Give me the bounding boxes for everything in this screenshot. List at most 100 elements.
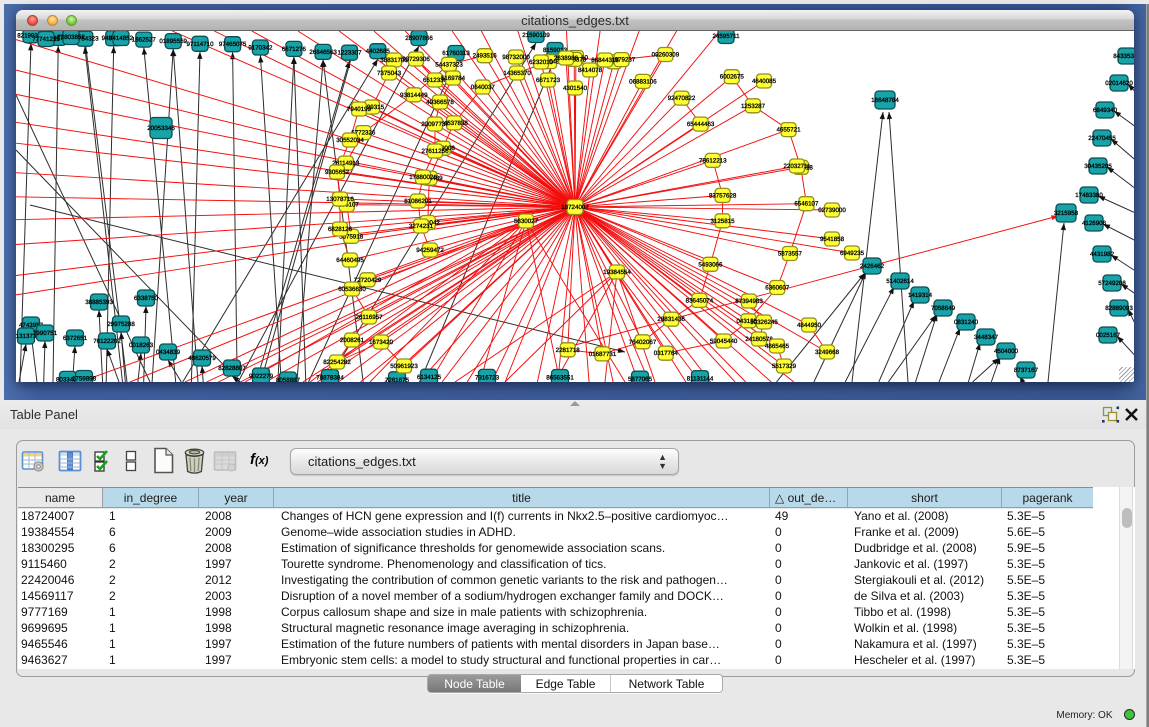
svg-text:49366578: 49366578 (426, 99, 454, 106)
svg-text:01687731: 01687731 (589, 351, 617, 358)
svg-text:87394983: 87394983 (735, 298, 763, 305)
svg-text:97465075: 97465075 (219, 41, 247, 48)
svg-text:6949235: 6949235 (840, 250, 865, 257)
svg-text:9022279: 9022279 (249, 373, 274, 380)
svg-text:3249668: 3249668 (815, 349, 840, 356)
svg-text:7316723: 7316723 (475, 374, 500, 381)
svg-text:20097737: 20097737 (421, 121, 449, 128)
svg-text:3125815: 3125815 (710, 218, 735, 225)
svg-text:8414078: 8414078 (578, 67, 603, 74)
svg-text:29975288: 29975288 (107, 321, 135, 328)
svg-text:38885393: 38885393 (85, 299, 113, 306)
svg-text:0640037: 0640037 (471, 84, 496, 91)
svg-text:8737167: 8737167 (1014, 367, 1039, 374)
svg-text:17880021: 17880021 (409, 174, 437, 181)
svg-text:26846563: 26846563 (309, 49, 337, 56)
svg-text:6338750: 6338750 (134, 295, 159, 302)
svg-text:48620579: 48620579 (188, 355, 216, 362)
svg-text:18724007: 18724007 (561, 204, 589, 211)
svg-text:6671723: 6671723 (536, 77, 561, 84)
svg-text:9541858: 9541858 (820, 236, 845, 243)
svg-text:24595711: 24595711 (712, 33, 740, 40)
svg-text:1419314: 1419314 (908, 292, 933, 299)
svg-text:83757628: 83757628 (709, 192, 737, 199)
svg-text:28831436: 28831436 (657, 316, 685, 323)
svg-text:5517329: 5517329 (772, 363, 797, 370)
svg-text:1862527: 1862527 (132, 37, 157, 44)
svg-text:4431982: 4431982 (1090, 251, 1115, 258)
svg-text:0831240: 0831240 (954, 319, 979, 326)
svg-text:5830027: 5830027 (514, 218, 539, 225)
svg-text:16648784: 16648784 (871, 97, 899, 104)
svg-text:54437323: 54437323 (435, 61, 463, 68)
svg-text:1673420: 1673420 (369, 339, 394, 346)
svg-text:22032711: 22032711 (783, 163, 811, 170)
svg-text:78612213: 78612213 (699, 157, 727, 164)
svg-text:6134125: 6134125 (417, 374, 442, 381)
svg-text:3274231: 3274231 (409, 223, 434, 230)
svg-text:7375043: 7375043 (377, 70, 402, 77)
svg-text:2281718: 2281718 (556, 347, 581, 354)
svg-text:59045440: 59045440 (710, 338, 738, 345)
svg-text:19384554: 19384554 (603, 269, 631, 276)
svg-text:60536630: 60536630 (338, 286, 366, 293)
svg-text:94259472: 94259472 (416, 247, 444, 254)
svg-text:78878384: 78878384 (316, 375, 344, 382)
svg-text:2493516: 2493516 (473, 53, 498, 60)
svg-text:28907866: 28907866 (405, 35, 433, 42)
svg-text:8414852: 8414852 (109, 35, 134, 42)
svg-text:7058649: 7058649 (931, 305, 956, 312)
svg-text:1759898: 1759898 (72, 376, 97, 383)
svg-text:4504000: 4504000 (994, 348, 1019, 355)
svg-text:76122202: 76122202 (93, 338, 121, 345)
svg-text:82254282: 82254282 (323, 359, 351, 366)
svg-text:2426462: 2426462 (860, 263, 885, 270)
svg-text:64460495: 64460495 (336, 257, 364, 264)
svg-text:21590109: 21590109 (522, 32, 550, 39)
svg-text:81086201: 81086201 (404, 198, 432, 205)
svg-text:81131144: 81131144 (687, 376, 714, 382)
svg-text:5873557: 5873557 (778, 251, 803, 258)
svg-text:22470455: 22470455 (1088, 135, 1116, 142)
svg-text:4655721: 4655721 (776, 127, 801, 134)
svg-text:02014620: 02014620 (1105, 80, 1133, 87)
svg-text:3448347: 3448347 (974, 334, 999, 341)
svg-text:1253287: 1253287 (741, 103, 766, 110)
svg-text:5493066: 5493066 (698, 261, 723, 268)
svg-text:7261675: 7261675 (385, 377, 410, 382)
svg-text:09260309: 09260309 (652, 52, 680, 59)
svg-text:1223307: 1223307 (337, 50, 362, 57)
svg-text:4126906: 4126906 (1082, 220, 1107, 227)
svg-text:01895559: 01895559 (159, 38, 187, 45)
svg-text:8058887: 8058887 (276, 377, 301, 382)
svg-text:77741215: 77741215 (32, 36, 60, 43)
svg-text:4844950: 4844950 (797, 322, 822, 329)
svg-text:57249208: 57249208 (1098, 280, 1126, 287)
svg-text:98732000: 98732000 (502, 54, 530, 61)
svg-text:4301540: 4301540 (563, 85, 588, 92)
svg-text:0317764: 0317764 (654, 350, 679, 357)
svg-text:20053346: 20053346 (147, 125, 175, 132)
svg-text:0025167: 0025167 (1096, 332, 1121, 339)
svg-text:14365370: 14365370 (503, 70, 531, 77)
svg-text:9170342: 9170342 (248, 45, 273, 52)
svg-text:6002675: 6002675 (720, 74, 745, 81)
svg-text:65444463: 65444463 (687, 121, 715, 128)
svg-text:30552034: 30552034 (336, 137, 364, 144)
svg-text:97114710: 97114710 (186, 41, 214, 48)
svg-text:02739000: 02739000 (818, 207, 846, 214)
svg-text:92470822: 92470822 (668, 95, 696, 102)
svg-text:6849340: 6849340 (1093, 107, 1118, 114)
svg-text:76402067: 76402067 (629, 339, 657, 346)
svg-text:84335326: 84335326 (1113, 53, 1134, 60)
svg-text:2638986: 2638986 (554, 55, 579, 62)
svg-text:26116957: 26116957 (355, 314, 383, 321)
svg-text:82889093: 82889093 (1105, 305, 1133, 312)
svg-text:7940199: 7940199 (347, 106, 372, 113)
svg-text:51402614: 51402614 (886, 278, 914, 285)
svg-text:13078716: 13078716 (326, 196, 354, 203)
svg-text:5169784: 5169784 (441, 75, 466, 82)
svg-text:0434839: 0434839 (156, 349, 181, 356)
svg-text:93814449: 93814449 (400, 92, 428, 99)
svg-text:27611256: 27611256 (421, 148, 449, 155)
